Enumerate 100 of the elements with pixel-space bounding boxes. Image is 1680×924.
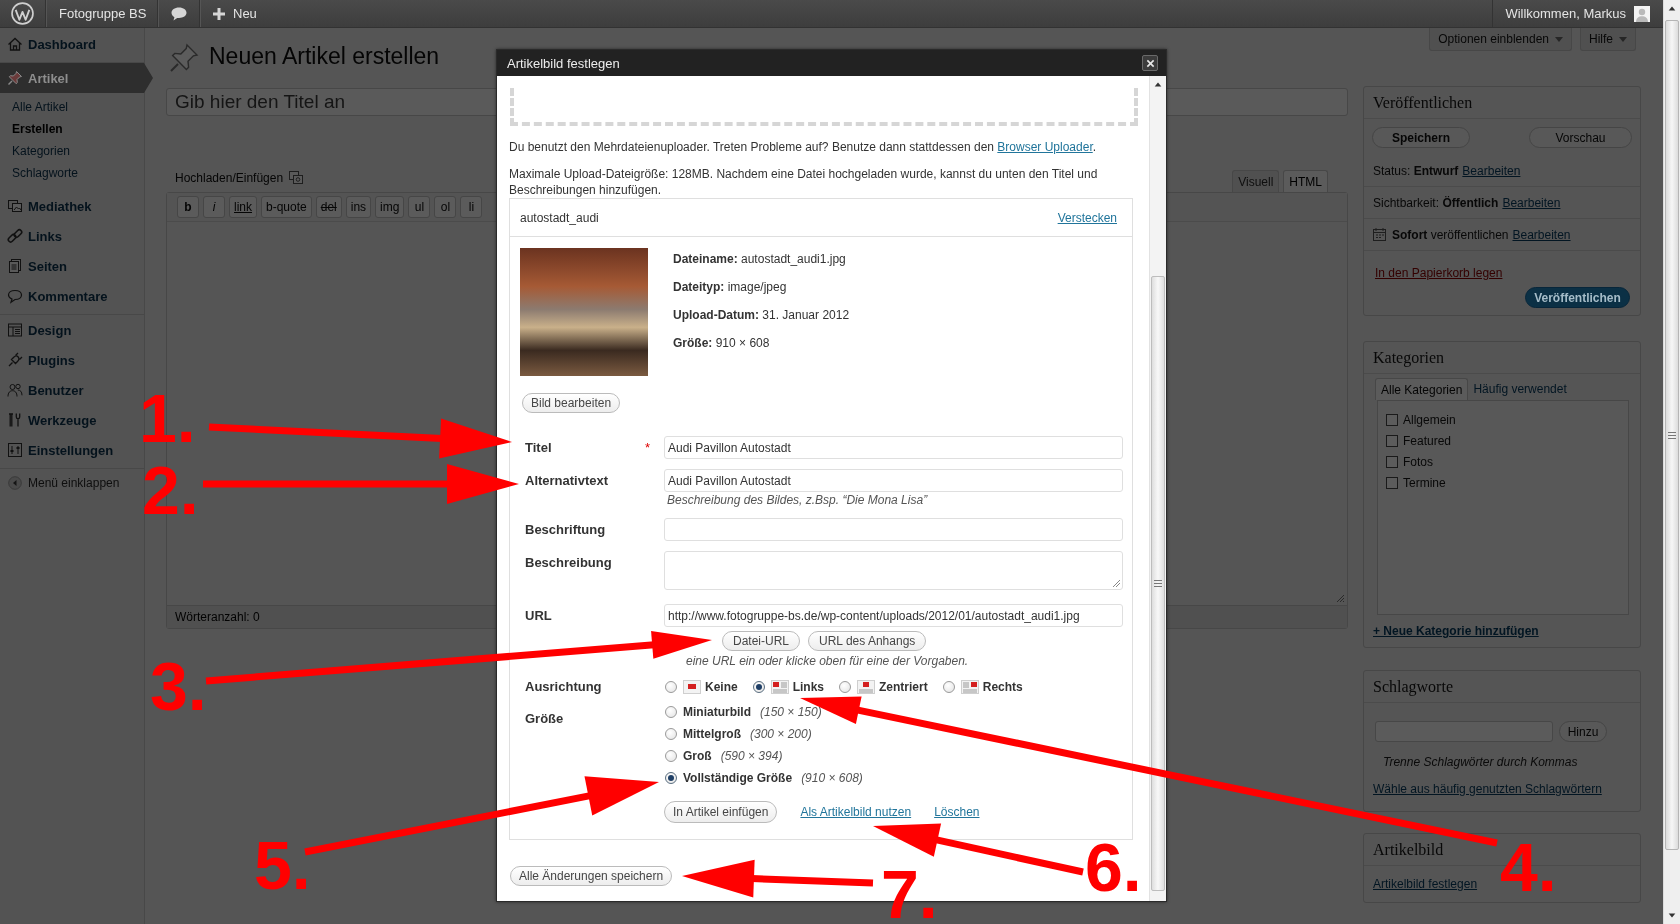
option-label[interactable]: Miniaturbild: [683, 705, 751, 719]
format-button[interactable]: i: [203, 196, 225, 218]
page-scrollbar[interactable]: [1663, 0, 1680, 924]
format-button[interactable]: link: [229, 196, 257, 218]
radio-button[interactable]: [752, 680, 765, 693]
drop-zone[interactable]: [510, 88, 1138, 126]
edit-image-button[interactable]: Bild bearbeiten: [522, 393, 621, 413]
radio-button[interactable]: [665, 728, 677, 740]
resize-grip-icon[interactable]: [1111, 578, 1121, 588]
category-label[interactable]: Termine: [1403, 475, 1446, 490]
edit-link[interactable]: Bearbeiten: [1502, 195, 1561, 210]
editor-tab[interactable]: HTML: [1283, 170, 1328, 192]
add-tag-button[interactable]: Hinzu: [1559, 721, 1607, 742]
scroll-thumb[interactable]: [1665, 20, 1679, 850]
format-button[interactable]: li: [460, 196, 483, 218]
option-label[interactable]: Links: [792, 679, 825, 694]
choose-tags-link[interactable]: Wähle aus häufig genutzten Schlagwörtern: [1373, 782, 1602, 796]
text-field[interactable]: Audi Pavillon Autostadt: [664, 469, 1123, 492]
scroll-thumb[interactable]: [1151, 276, 1165, 891]
screen-option-tab[interactable]: Hilfe: [1580, 28, 1636, 51]
format-button[interactable]: del: [315, 196, 342, 218]
site-logo-icon[interactable]: [11, 2, 34, 25]
category-tab[interactable]: Häufig verwendet: [1468, 378, 1572, 400]
hide-link[interactable]: Verstecken: [1057, 210, 1117, 225]
save-draft-button[interactable]: Speichern: [1372, 127, 1470, 148]
word-count: Wörteranzahl: 0: [175, 610, 260, 624]
submenu-item[interactable]: Erstellen: [0, 118, 144, 140]
textarea-field[interactable]: [664, 551, 1123, 590]
account-menu[interactable]: Willkommen, Markus: [1492, 0, 1663, 27]
category-label[interactable]: Featured: [1403, 433, 1452, 448]
preview-button[interactable]: Vorschau: [1529, 127, 1632, 148]
option-label[interactable]: Keine: [705, 679, 738, 694]
url-preset-button[interactable]: URL des Anhangs: [808, 631, 927, 651]
size-dimensions: (300 × 200): [750, 727, 812, 741]
option-label[interactable]: Zentriert: [879, 679, 928, 694]
collapse-menu-button[interactable]: Menü einklappen: [0, 469, 144, 497]
format-button[interactable]: ol: [434, 196, 457, 218]
url-preset-button[interactable]: Datei-URL: [722, 631, 800, 651]
set-featured-image-link[interactable]: Artikelbild festlegen: [1373, 877, 1478, 891]
menu-item[interactable]: Artikel: [0, 63, 153, 93]
trash-link[interactable]: In den Papierkorb legen: [1375, 266, 1503, 280]
dialog-scrollbar[interactable]: [1149, 76, 1166, 901]
menu-item[interactable]: Links: [0, 221, 144, 251]
submenu-item[interactable]: Schlagworte: [0, 162, 144, 184]
action-link[interactable]: Löschen: [934, 805, 980, 819]
site-name-link[interactable]: Fotogruppe BS: [59, 6, 147, 21]
save-all-button[interactable]: Alle Änderungen speichern: [510, 866, 673, 886]
radio-button[interactable]: [942, 680, 955, 693]
radio-button[interactable]: [665, 772, 677, 784]
option-label[interactable]: Groß: [683, 749, 712, 763]
menu-item[interactable]: Dashboard: [0, 29, 144, 59]
format-button[interactable]: ul: [408, 196, 431, 218]
checkbox[interactable]: [1386, 413, 1398, 426]
edit-link[interactable]: Bearbeiten: [1512, 227, 1571, 242]
editor-tab[interactable]: Visuell: [1232, 170, 1280, 192]
checkbox[interactable]: [1386, 476, 1398, 489]
option-label[interactable]: Mittelgroß: [683, 727, 741, 741]
close-button[interactable]: [1142, 55, 1158, 71]
format-button[interactable]: img: [375, 196, 405, 218]
submenu-item[interactable]: Kategorien: [0, 140, 144, 162]
screen-option-tab[interactable]: Optionen einblenden: [1429, 28, 1572, 51]
field-label: Alternativtext: [525, 472, 610, 490]
format-button[interactable]: b-quote: [261, 196, 312, 218]
panel-title: Schlagworte: [1373, 677, 1453, 696]
radio-button[interactable]: [665, 750, 677, 762]
radio-button[interactable]: [839, 680, 852, 693]
edit-link[interactable]: Bearbeiten: [1462, 163, 1521, 178]
upload-insert-link[interactable]: Hochladen/Einfügen: [175, 171, 284, 185]
menu-item[interactable]: Design: [0, 315, 144, 345]
submenu-item[interactable]: Alle Artikel: [0, 96, 144, 118]
page-title: Neuen Artikel erstellen: [209, 42, 440, 71]
resize-grip-icon[interactable]: [1335, 593, 1345, 603]
new-menu[interactable]: Neu: [200, 0, 271, 27]
radio-button[interactable]: [665, 680, 677, 693]
insert-into-post-button[interactable]: In Artikel einfügen: [664, 801, 778, 823]
format-button[interactable]: b: [177, 196, 199, 218]
publish-button[interactable]: Veröffentlichen: [1525, 287, 1630, 308]
image-right-text-icon: [960, 679, 979, 694]
speech-bubble-icon[interactable]: [169, 5, 188, 22]
category-tab[interactable]: Alle Kategorien: [1375, 378, 1469, 400]
media-icon[interactable]: [288, 170, 305, 186]
action-link[interactable]: Als Artikelbild nutzen: [800, 805, 912, 819]
option-label[interactable]: Rechts: [982, 679, 1023, 694]
text-field[interactable]: Audi Pavillon Autostadt: [664, 436, 1123, 459]
format-button[interactable]: ins: [345, 196, 372, 218]
add-category-link[interactable]: + Neue Kategorie hinzufügen: [1373, 624, 1539, 638]
menu-item[interactable]: Seiten: [0, 251, 144, 281]
menu-item[interactable]: Mediathek: [0, 191, 144, 221]
annotation-number: 3.: [150, 648, 207, 724]
menu-item[interactable]: Plugins: [0, 345, 144, 375]
category-label[interactable]: Allgemein: [1403, 412, 1456, 427]
checkbox[interactable]: [1386, 434, 1398, 447]
url-field[interactable]: http://www.fotogruppe-bs.de/wp-content/uploads/2012/01/autostadt_audi1.jpg: [664, 604, 1123, 627]
menu-item[interactable]: Kommentare: [0, 281, 144, 311]
text-field[interactable]: [664, 518, 1123, 541]
checkbox[interactable]: [1386, 455, 1398, 468]
radio-button[interactable]: [665, 706, 677, 718]
browser-uploader-link[interactable]: Browser Uploader: [997, 140, 1093, 154]
category-label[interactable]: Fotos: [1403, 454, 1433, 469]
option-label[interactable]: Vollständige Größe: [683, 771, 793, 785]
